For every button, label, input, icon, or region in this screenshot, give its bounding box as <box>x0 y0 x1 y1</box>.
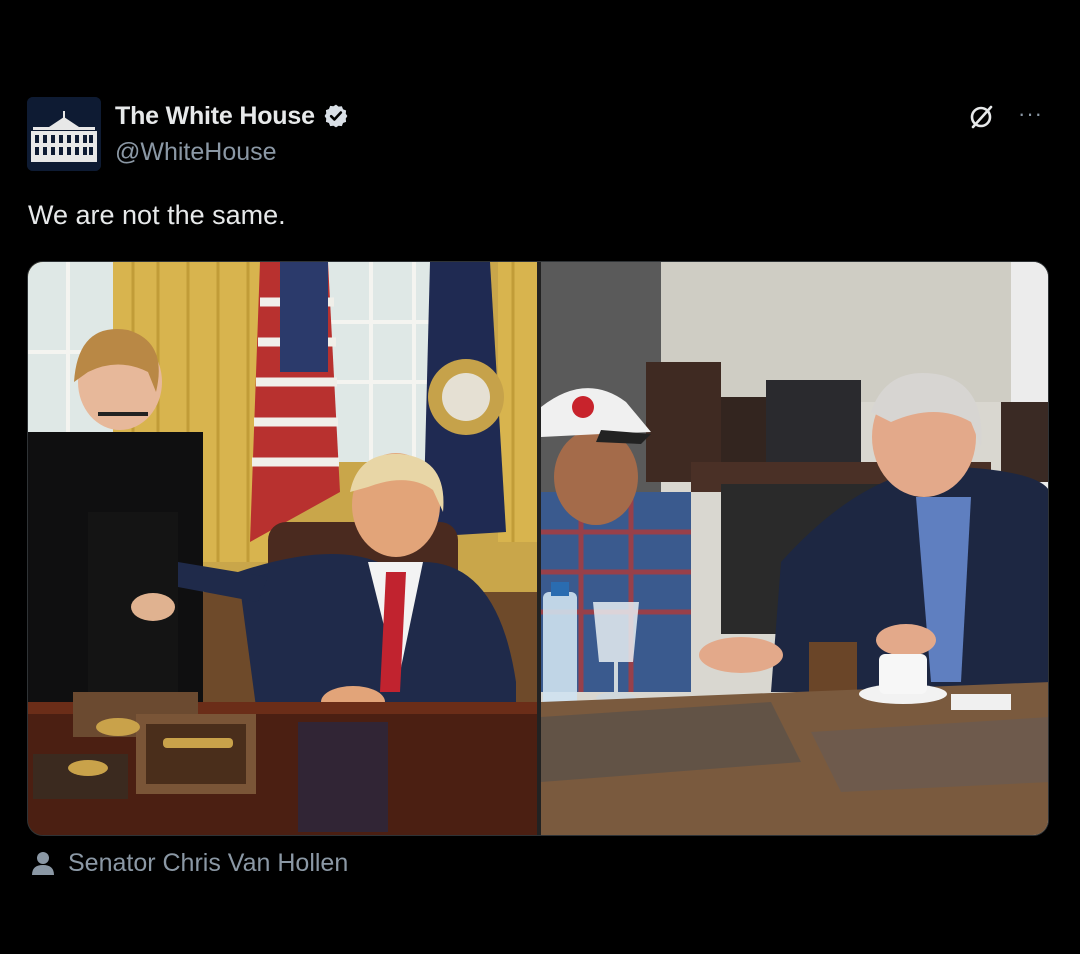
person-icon <box>30 850 56 876</box>
photo-oval-office[interactable] <box>28 262 537 835</box>
author-name-row: The White House <box>115 100 349 132</box>
tagged-user-row[interactable]: Senator Chris Van Hollen <box>30 846 348 880</box>
white-house-icon <box>27 97 101 171</box>
tagged-user-label: Senator Chris Van Hollen <box>68 848 349 877</box>
verified-badge-icon[interactable] <box>323 103 349 129</box>
post-text: We are not the same. <box>28 200 286 230</box>
author-handle[interactable]: @WhiteHouse <box>115 138 277 167</box>
author-avatar[interactable] <box>27 97 101 171</box>
more-options-icon[interactable]: ··· <box>1018 103 1043 125</box>
photo-restaurant-table[interactable] <box>541 262 1048 835</box>
grok-icon[interactable] <box>966 102 996 132</box>
post-media[interactable] <box>27 261 1049 836</box>
author-display-name[interactable]: The White House <box>115 102 315 131</box>
